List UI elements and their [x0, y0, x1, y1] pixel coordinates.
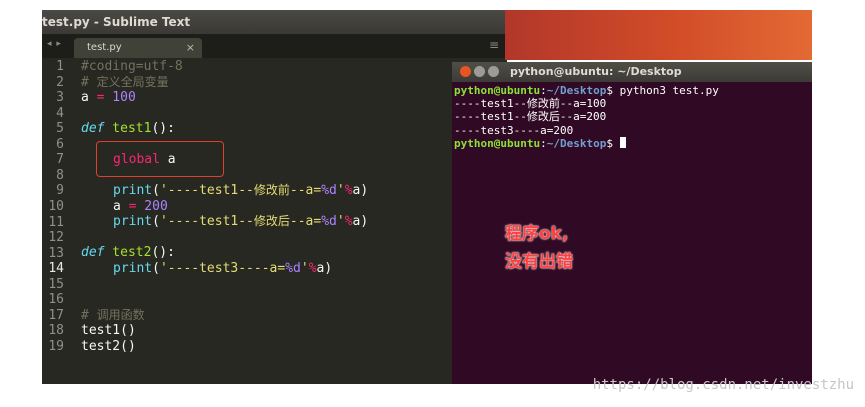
code-line: print('----test1--修改后--a=%d'%a) [113, 214, 369, 229]
line-number: 3 [56, 90, 64, 106]
terminal-title: python@ubuntu: ~/Desktop [510, 65, 682, 78]
tab-nav-arrows-icon[interactable]: ◂ ▸ [47, 39, 62, 49]
line-number: 12 [48, 230, 64, 246]
terminal-window[interactable]: python@ubuntu: ~/Desktop python@ubuntu:~… [452, 62, 812, 384]
terminal-output-line: ----test1--修改后--a=200 [454, 110, 607, 123]
line-number: 10 [48, 198, 64, 214]
code-line: a = 100 [81, 90, 136, 105]
line-number: 2 [56, 74, 64, 90]
highlight-box [96, 141, 224, 177]
line-number-gutter: 1 2 3 4 5 6 7 8 9 10 11 12 13 14 15 16 17 18 19 [42, 58, 68, 384]
code-line: print('----test3----a=%d'%a) [113, 261, 333, 276]
line-number: 15 [48, 276, 64, 292]
watermark: https://blog.csdn.net/investzhu [592, 377, 854, 393]
menu-icon[interactable]: ≡ [489, 38, 499, 52]
editor-tab-bar: ◂ ▸ test.py × ≡ [42, 34, 507, 58]
code-line: #coding=utf-8 [81, 59, 183, 74]
terminal-cursor [619, 137, 626, 148]
line-number: 8 [56, 167, 64, 183]
close-icon[interactable] [460, 66, 471, 77]
tab-label: test.py [87, 42, 122, 53]
desktop-wallpaper [505, 10, 812, 60]
line-number: 16 [48, 292, 64, 308]
maximize-icon[interactable] [488, 66, 499, 77]
code-line: def test2(): [81, 245, 175, 260]
terminal-prompt-line: python@ubuntu:~/Desktop$ [454, 137, 626, 151]
terminal-output-line: ----test1--修改前--a=100 [454, 97, 607, 110]
line-number: 18 [48, 323, 64, 339]
code-line: test1() [81, 323, 136, 338]
code-line: test2() [81, 339, 136, 354]
editor-window-title: test.py - Sublime Text [42, 15, 191, 29]
line-number: 19 [48, 338, 64, 354]
editor-titlebar: test.py - Sublime Text [42, 10, 507, 34]
line-number: 7 [56, 152, 64, 168]
line-number: 14 [48, 261, 64, 277]
code-line: # 调用函数 [81, 308, 145, 323]
terminal-titlebar: python@ubuntu: ~/Desktop [452, 62, 812, 82]
code-line: def test1(): [81, 121, 175, 136]
tab-test-py[interactable]: test.py × [74, 38, 202, 58]
line-number: 4 [56, 105, 64, 121]
line-number: 17 [48, 307, 64, 323]
line-number: 5 [56, 121, 64, 137]
line-number: 11 [48, 214, 64, 230]
sublime-text-window: test.py - Sublime Text ◂ ▸ test.py × ≡ 1… [42, 10, 507, 384]
annotation-text: 没有出错 [505, 252, 573, 272]
line-number: 6 [56, 136, 64, 152]
annotation-text: 程序ok, [505, 224, 569, 244]
tab-close-icon[interactable]: × [186, 41, 195, 54]
minimize-icon[interactable] [474, 66, 485, 77]
terminal-output-line: ----test3----a=200 [454, 124, 574, 137]
line-number: 1 [56, 59, 64, 74]
code-line: print('----test1--修改前--a=%d'%a) [113, 183, 369, 198]
terminal-line: python@ubuntu:~/Desktop$ python3 test.py [454, 84, 719, 97]
line-number: 9 [56, 183, 64, 199]
code-line: a = 200 [113, 199, 168, 214]
code-line: # 定义全局变量 [81, 75, 169, 90]
line-number: 13 [48, 245, 64, 261]
